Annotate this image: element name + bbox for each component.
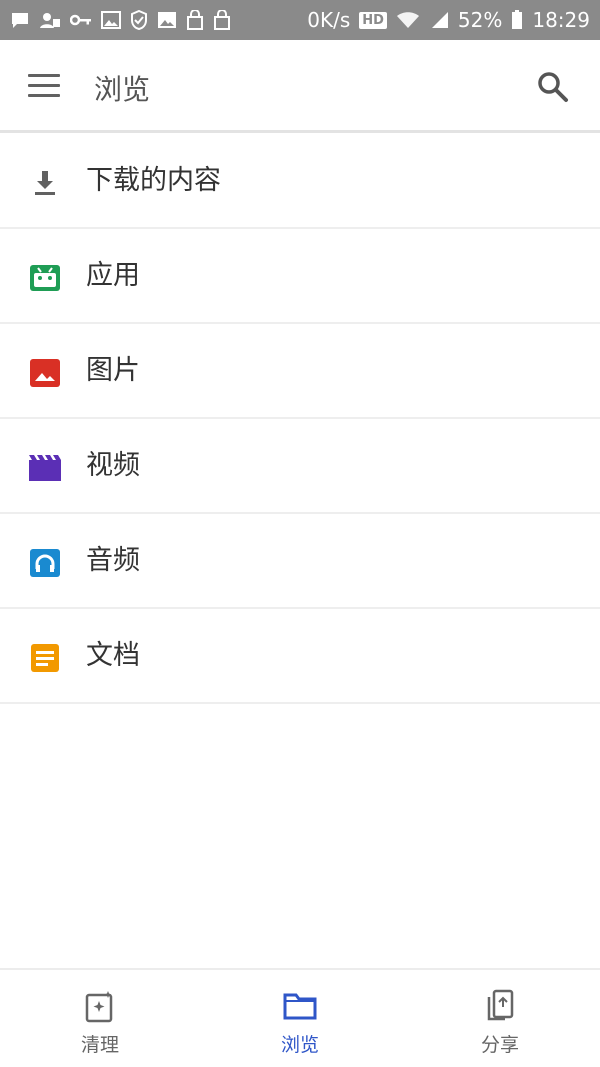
bag-icon xyxy=(186,10,204,30)
app-bar: 浏览 xyxy=(0,40,600,133)
list-item-audio[interactable]: 音频 xyxy=(0,514,600,609)
list-item-downloads[interactable]: 下载的内容 xyxy=(0,134,600,229)
video-icon xyxy=(28,451,62,485)
status-bar-notifications xyxy=(10,10,231,30)
clock: 18:29 xyxy=(532,8,590,32)
status-bar-system: 0K/s HD 52% 18:29 xyxy=(307,10,590,30)
document-icon xyxy=(28,641,62,675)
nav-label: 分享 xyxy=(480,1034,519,1056)
nav-item-browse[interactable]: 浏览 xyxy=(200,970,400,1067)
nav-label: 清理 xyxy=(80,1034,119,1056)
list-item-documents[interactable]: 文档 xyxy=(0,609,600,704)
battery-icon xyxy=(511,10,523,30)
nav-item-clean[interactable]: 清理 xyxy=(0,970,200,1067)
key-icon xyxy=(70,10,92,30)
wifi-icon xyxy=(396,10,420,30)
android-icon xyxy=(28,261,62,295)
shield-icon xyxy=(130,10,148,30)
gallery-icon xyxy=(157,10,177,30)
headphones-icon xyxy=(28,546,62,580)
hd-badge: HD xyxy=(359,11,387,29)
battery-percent: 52% xyxy=(457,8,503,32)
list-item-label: 音频 xyxy=(86,545,140,576)
folder-icon xyxy=(282,988,318,1024)
list-item-apps[interactable]: 应用 xyxy=(0,229,600,324)
list-item-videos[interactable]: 视频 xyxy=(0,419,600,514)
nav-item-share[interactable]: 分享 xyxy=(400,970,600,1067)
bag-icon xyxy=(213,10,231,30)
status-bar: 0K/s HD 52% 18:29 xyxy=(0,0,600,40)
list-item-label: 视频 xyxy=(86,450,140,481)
bottom-nav: 清理 浏览 分享 xyxy=(0,968,600,1067)
list-item-label: 文档 xyxy=(86,640,140,671)
share-icon xyxy=(482,988,518,1024)
list-item-label: 图片 xyxy=(86,355,140,386)
photo-icon xyxy=(101,10,121,30)
list-item-images[interactable]: 图片 xyxy=(0,324,600,419)
clean-icon xyxy=(82,988,118,1024)
page-title: 浏览 xyxy=(94,73,151,106)
menu-icon[interactable] xyxy=(28,74,62,100)
nav-label: 浏览 xyxy=(280,1034,319,1056)
search-icon[interactable] xyxy=(536,70,570,104)
list-item-label: 下载的内容 xyxy=(86,165,221,196)
image-icon xyxy=(28,356,62,390)
category-list: 下载的内容 应用 图片 视频 音频 文档 xyxy=(0,134,600,704)
download-icon xyxy=(28,166,62,200)
image-badge-icon xyxy=(39,10,61,30)
list-item-label: 应用 xyxy=(86,260,140,291)
network-speed: 0K/s xyxy=(307,8,351,32)
message-icon xyxy=(10,10,30,30)
signal-icon xyxy=(429,10,449,30)
